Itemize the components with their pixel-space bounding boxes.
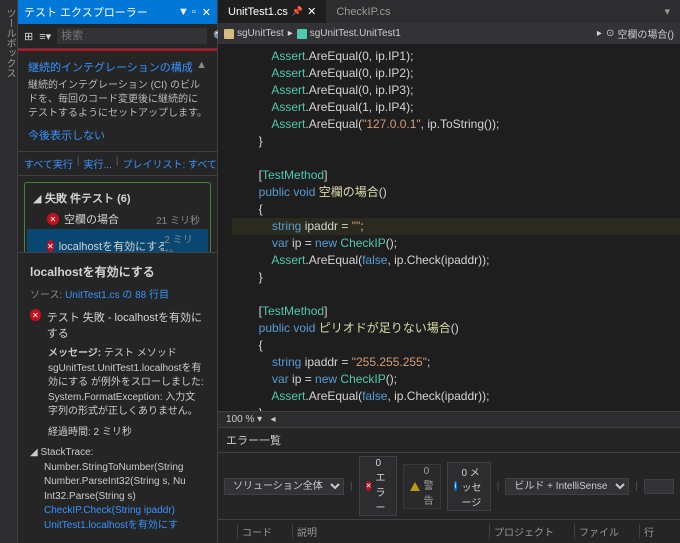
- code-editor[interactable]: Assert.AreEqual(0, ip.IP1); Assert.AreEq…: [218, 44, 680, 411]
- detail-result-text: テスト 失敗 - localhostを有効にする: [47, 309, 205, 341]
- stack-label: StackTrace:: [40, 447, 93, 458]
- code-line[interactable]: Assert.AreEqual(false, ip.Check(ipaddr))…: [232, 388, 680, 405]
- group-failed[interactable]: ◢ 失敗 件テスト (6): [27, 187, 208, 209]
- code-line[interactable]: Assert.AreEqual(0, ip.IP3);: [232, 82, 680, 99]
- ci-banner: 継続的インテグレーションの構成 ▲ 継続的インテグレーション (CI) のビルド…: [18, 51, 217, 152]
- detail-msg-label: メッセージ:: [48, 348, 104, 359]
- filter-bar: すべて実行| 実行...| プレイリスト: すべて: [18, 152, 217, 176]
- code-line[interactable]: [232, 286, 680, 303]
- panel-toolbar: ⊞ ≡▾ 🔍: [18, 24, 217, 49]
- chevron-up-icon[interactable]: ▲: [196, 59, 207, 79]
- tab-unittest1[interactable]: UnitTest1.cs 📌 ✕: [218, 0, 326, 23]
- test-detail: localhostを有効にする ソース: UnitTest1.cs の 88 行…: [18, 252, 217, 543]
- close-icon[interactable]: ✕: [307, 5, 316, 18]
- error-list-toolbar: ソリューション全体 | ✕0 エラー 0 警告 i0 メッセージ | ビルド +…: [218, 452, 680, 520]
- col-desc[interactable]: 説明: [293, 524, 490, 539]
- editor-area: UnitTest1.cs 📌 ✕ CheckIP.cs ▾ sgUnitTest…: [218, 0, 680, 543]
- test-row[interactable]: ✕空欄の場合21 ミリ秒: [27, 209, 208, 229]
- panel-header: テスト エクスプローラー ▼ ▫ ✕: [18, 0, 217, 24]
- stack-frame: Number.ParseInt32(String s, Nu: [44, 475, 205, 490]
- stack-frame: Number.StringToNumber(String: [44, 461, 205, 476]
- group-icon[interactable]: ⊞: [24, 30, 33, 43]
- error-search-input[interactable]: [644, 479, 674, 494]
- pin-icon[interactable]: ▼ ▫: [178, 6, 196, 19]
- pin-icon[interactable]: 📌: [292, 6, 303, 17]
- code-line[interactable]: string ipaddr = "255.255.255";: [232, 354, 680, 371]
- code-line[interactable]: string ipaddr = "";: [232, 218, 680, 235]
- build-select[interactable]: ビルド + IntelliSense: [505, 478, 629, 495]
- code-line[interactable]: Assert.AreEqual("127.0.0.1", ip.ToString…: [232, 116, 680, 133]
- messages-filter[interactable]: i0 メッセージ: [447, 462, 491, 511]
- crumb-namespace[interactable]: sgUnitTest: [224, 28, 284, 39]
- detail-source-link[interactable]: UnitTest1.cs の 88 行目: [65, 290, 169, 301]
- col-project[interactable]: プロジェクト: [490, 524, 575, 539]
- run-all-link[interactable]: すべて実行: [24, 156, 73, 171]
- code-line[interactable]: Assert.AreEqual(1, ip.IP4);: [232, 99, 680, 116]
- code-line[interactable]: {: [232, 201, 680, 218]
- code-line[interactable]: var ip = new CheckIP();: [232, 235, 680, 252]
- panel-title: テスト エクスプローラー: [24, 4, 148, 20]
- warnings-filter[interactable]: 0 警告: [403, 464, 441, 509]
- code-line[interactable]: }: [232, 133, 680, 150]
- chevron-down-icon[interactable]: ◢: [30, 447, 38, 458]
- fail-icon: ✕: [30, 309, 41, 321]
- toolbox-vertical-tab[interactable]: ツールボックス: [0, 0, 18, 543]
- ci-dismiss-link[interactable]: 今後表示しない: [28, 127, 105, 143]
- stack-frame-link[interactable]: CheckIP.Check(String ipaddr): [44, 504, 205, 519]
- code-line[interactable]: public void ピリオドが足りない場合(): [232, 320, 680, 337]
- list-icon[interactable]: ≡▾: [39, 30, 51, 43]
- code-line[interactable]: public void 空欄の場合(): [232, 184, 680, 201]
- test-tree: ◢ 失敗 件テスト (6) ✕空欄の場合21 ミリ秒✕localhostを有効に…: [18, 176, 217, 252]
- test-row[interactable]: ✕localhostを有効にする2 ミリ秒: [27, 229, 208, 252]
- code-line[interactable]: [TestMethod]: [232, 303, 680, 320]
- group-failed-label: 失敗 件テスト (6): [45, 190, 131, 206]
- stack-frame: Int32.Parse(String s): [44, 490, 205, 505]
- stack-frame-link[interactable]: UnitTest1.localhostを有効にす: [44, 519, 205, 534]
- code-line[interactable]: var ip = new CheckIP();: [232, 371, 680, 388]
- code-line[interactable]: {: [232, 337, 680, 354]
- col-code[interactable]: コード: [238, 524, 293, 539]
- editor-tabs: UnitTest1.cs 📌 ✕ CheckIP.cs ▾: [218, 0, 680, 23]
- chevron-down-icon: ◢: [33, 192, 41, 205]
- close-icon[interactable]: ✕: [202, 6, 211, 19]
- test-explorer-panel: テスト エクスプローラー ▼ ▫ ✕ ⊞ ≡▾ 🔍 継続的インテグレーションの構…: [18, 0, 218, 543]
- code-line[interactable]: Assert.AreEqual(0, ip.IP2);: [232, 65, 680, 82]
- search-input[interactable]: [57, 28, 207, 44]
- ci-banner-title: 継続的インテグレーションの構成: [28, 59, 193, 75]
- col-line[interactable]: 行: [640, 524, 674, 539]
- error-list-panel: エラー一覧 ソリューション全体 | ✕0 エラー 0 警告 i0 メッセージ |…: [218, 427, 680, 543]
- crumb-class[interactable]: sgUnitTest.UnitTest1: [297, 28, 401, 39]
- fail-icon: ✕: [47, 213, 59, 225]
- errors-filter[interactable]: ✕0 エラー: [359, 456, 397, 516]
- ci-banner-desc: 継続的インテグレーション (CI) のビルドを、毎回のコード変更後に継続的にテス…: [28, 79, 207, 121]
- crumb-method[interactable]: ⊙ 空欄の場合(): [606, 26, 674, 41]
- error-list-title: エラー一覧: [218, 428, 680, 452]
- breadcrumb: sgUnitTest▸ sgUnitTest.UnitTest1 ▸⊙ 空欄の場…: [218, 23, 680, 44]
- detail-elapsed: 経過時間: 2 ミリ秒: [48, 426, 205, 441]
- scope-select[interactable]: ソリューション全体: [224, 478, 344, 495]
- zoom-level[interactable]: 100 % ▾ ◂: [218, 411, 680, 427]
- col-file[interactable]: ファイル: [575, 524, 640, 539]
- playlist-link[interactable]: プレイリスト: すべて: [122, 156, 216, 171]
- tab-checkip[interactable]: CheckIP.cs: [326, 0, 400, 23]
- tabs-overflow[interactable]: ▾: [654, 0, 680, 23]
- detail-result: ✕ テスト 失敗 - localhostを有効にする: [30, 309, 205, 341]
- run-link[interactable]: 実行...: [84, 156, 112, 171]
- fail-icon: ✕: [47, 240, 54, 252]
- code-line[interactable]: Assert.AreEqual(false, ip.Check(ipaddr))…: [232, 252, 680, 269]
- code-line[interactable]: [TestMethod]: [232, 167, 680, 184]
- detail-heading: localhostを有効にする: [30, 263, 205, 280]
- detail-source: ソース: UnitTest1.cs の 88 行目: [30, 286, 205, 301]
- code-line[interactable]: [232, 150, 680, 167]
- error-columns: コード 説明 プロジェクト ファイル 行: [218, 520, 680, 543]
- code-line[interactable]: Assert.AreEqual(0, ip.IP1);: [232, 48, 680, 65]
- code-line[interactable]: }: [232, 269, 680, 286]
